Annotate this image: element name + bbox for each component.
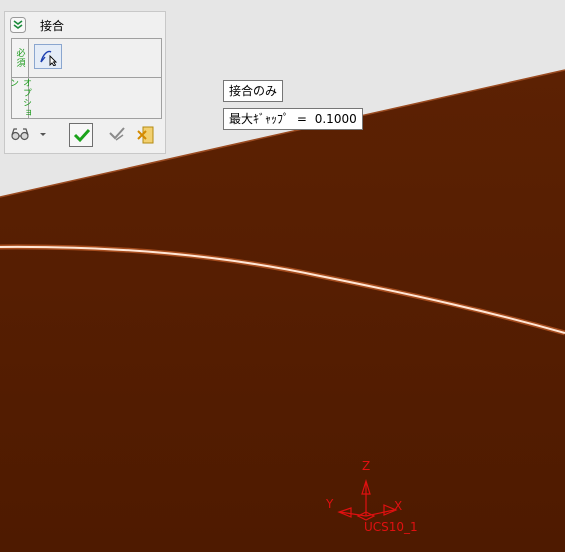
options-tab[interactable]: オプション (8, 78, 31, 118)
max-gap-equals: = (296, 112, 307, 126)
preview-dropdown[interactable] (36, 123, 50, 147)
required-tab-label: 必須 (14, 48, 25, 68)
triad-y-label: Y (325, 497, 334, 511)
triad-z-label: Z (362, 459, 370, 473)
panel-title-bar: 接合 (5, 12, 165, 38)
edge-select-button[interactable] (34, 44, 62, 69)
options-tab-label: オプション (8, 78, 31, 118)
max-gap-tooltip[interactable]: 最大ｷﾞｬｯﾌﾟ = 0.1000 (223, 108, 363, 130)
apply-button[interactable] (105, 123, 129, 147)
join-only-tooltip[interactable]: 接合のみ (223, 80, 284, 102)
panel-title: 接合 (40, 19, 65, 33)
cancel-button[interactable] (134, 123, 158, 147)
panel-toolbar (5, 120, 165, 150)
triad-ucs-label: UCS10_1 (364, 520, 418, 534)
apply-check-icon (109, 127, 125, 141)
edge-select-cursor-icon (40, 50, 58, 66)
max-gap-value: 0.1000 (314, 112, 357, 126)
max-gap-label: 最大ｷﾞｬｯﾌﾟ (229, 112, 290, 126)
options-section: オプション (8, 77, 162, 119)
dropdown-arrow-icon (40, 133, 46, 136)
glasses-icon (11, 128, 29, 141)
ok-button[interactable] (69, 123, 93, 147)
checkmark-icon (73, 128, 91, 143)
join-only-text: 接合のみ (229, 84, 278, 98)
preview-button[interactable] (8, 123, 32, 147)
triad-x-label: X (394, 499, 402, 513)
collapse-chevron-icon[interactable] (10, 17, 26, 33)
join-command-panel: 接合 必須 オプション (4, 11, 166, 154)
required-tab[interactable]: 必須 (12, 39, 29, 77)
cancel-exit-icon (137, 126, 154, 144)
required-section: 必須 (11, 38, 162, 78)
